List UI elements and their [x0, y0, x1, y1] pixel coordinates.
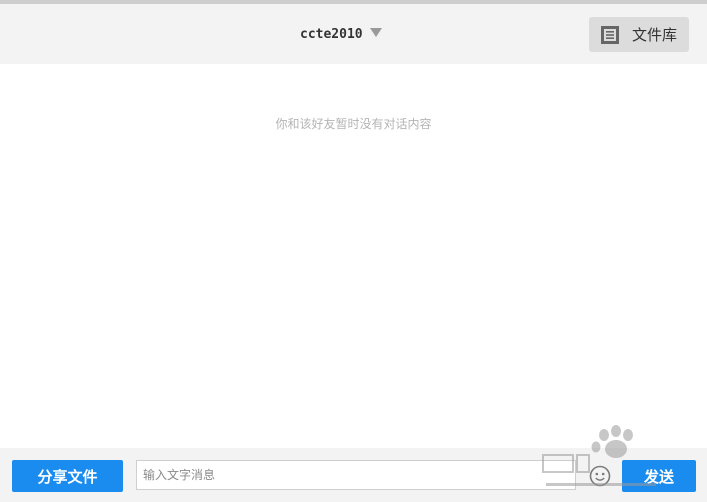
share-file-button[interactable]: 分享文件 [12, 460, 123, 492]
document-icon [600, 25, 620, 45]
file-library-label: 文件库 [632, 26, 678, 44]
empty-conversation-message: 你和该好友暂时没有对话内容 [275, 117, 432, 131]
message-history: 你和该好友暂时没有对话内容 [0, 64, 707, 448]
send-button[interactable]: 发送 [622, 460, 696, 492]
message-input[interactable] [136, 460, 576, 490]
chat-footer: 分享文件 发送 [0, 448, 707, 502]
contact-name: ccte2010 [300, 26, 363, 42]
chat-header: ccte2010 文件库 [0, 4, 707, 64]
triangle-down-icon [369, 27, 382, 37]
file-library-button[interactable]: 文件库 [589, 17, 689, 52]
smiley-icon[interactable] [589, 465, 611, 487]
chat-window: ccte2010 文件库 你和该好友暂时没有对话内容 分享文件 输入文字消息 发… [0, 0, 707, 502]
contact-selector[interactable]: ccte2010 [300, 24, 382, 44]
